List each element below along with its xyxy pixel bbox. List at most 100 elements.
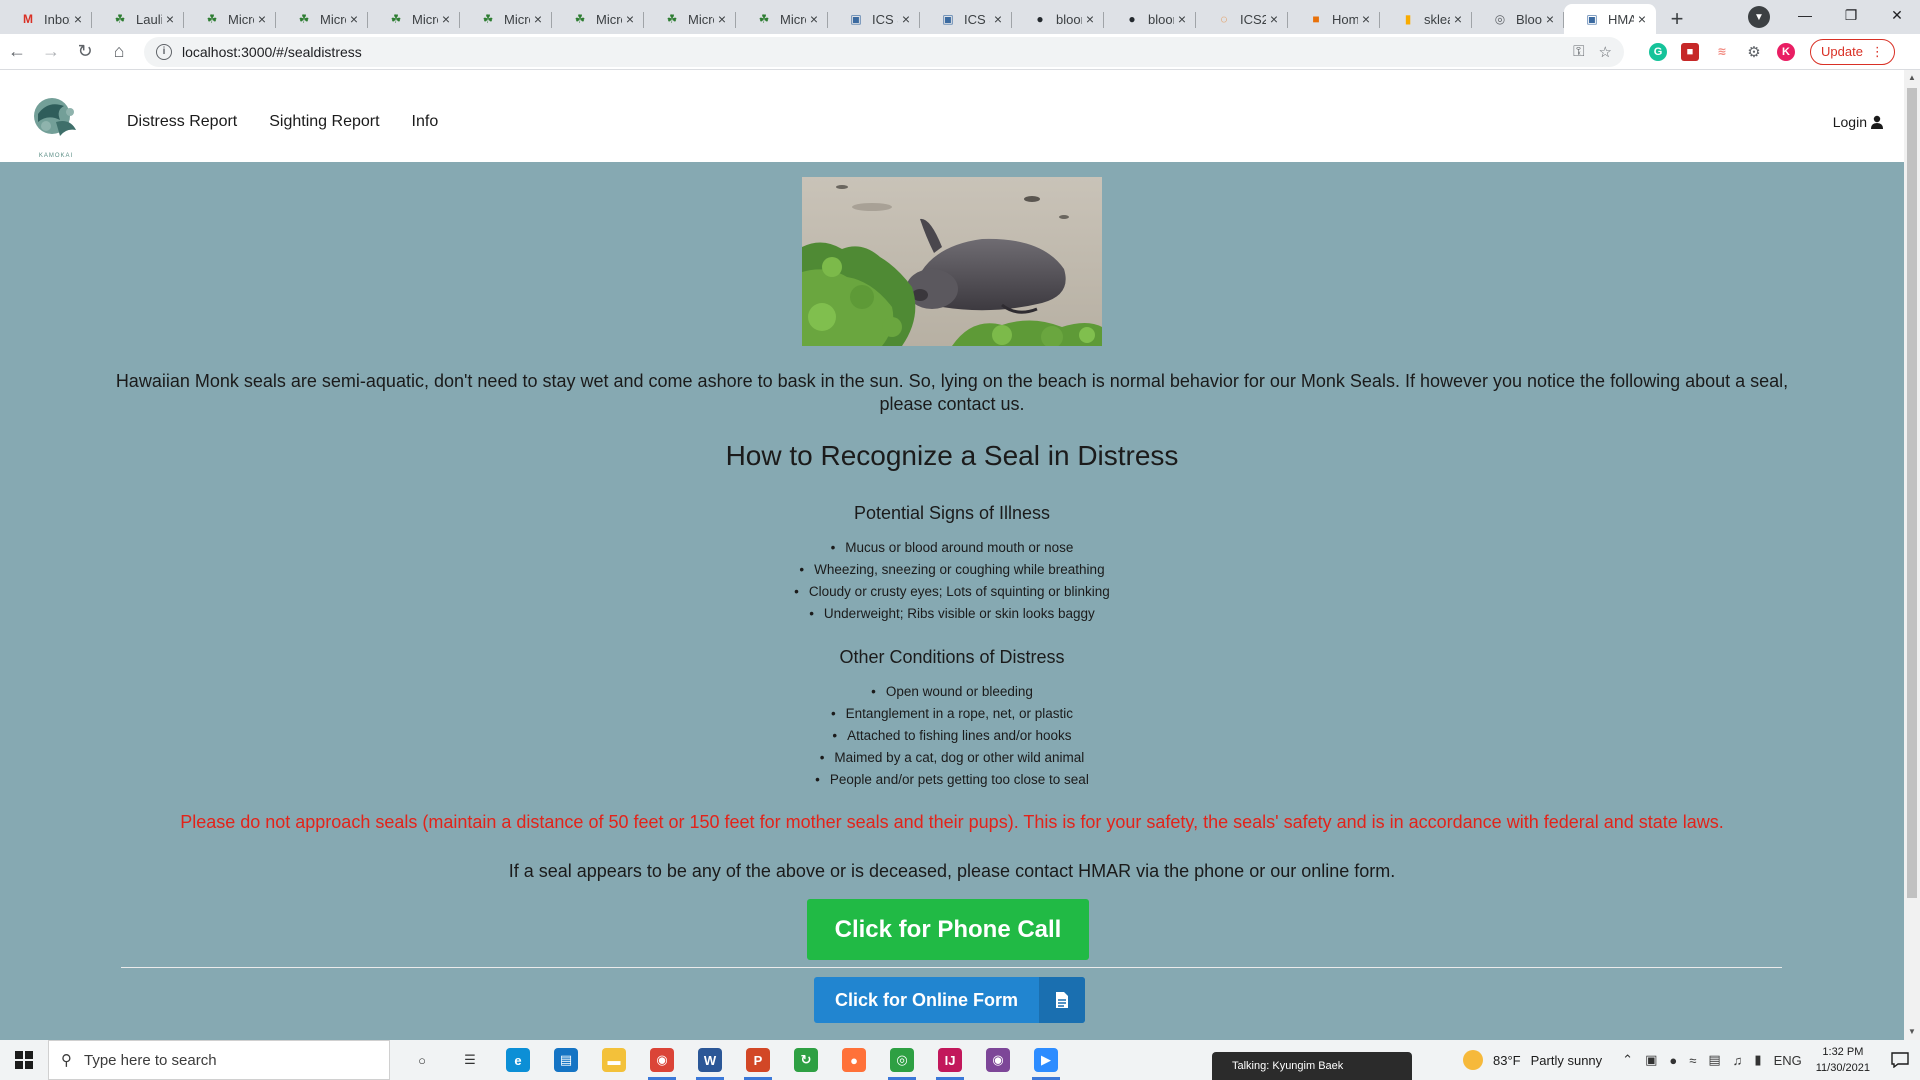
close-tab-icon[interactable]: × <box>70 11 86 27</box>
notification-center-icon[interactable] <box>1880 1040 1920 1080</box>
close-tab-icon[interactable]: × <box>806 11 822 27</box>
intellij-icon[interactable]: IJ <box>926 1040 974 1080</box>
browser-tab[interactable]: ● bloom× <box>1104 4 1196 34</box>
close-tab-icon[interactable]: × <box>254 11 270 27</box>
sync-app-icon[interactable]: ◎ <box>878 1040 926 1080</box>
firefox-icon[interactable]: ● <box>830 1040 878 1080</box>
close-tab-icon[interactable]: × <box>530 11 546 27</box>
close-tab-icon[interactable]: × <box>1266 11 1282 27</box>
phone-call-button[interactable]: Click for Phone Call <box>807 899 1089 960</box>
browser-tab[interactable]: M Inbox× <box>0 4 92 34</box>
reload-icon[interactable]: ↻ <box>68 35 102 69</box>
site-info-icon[interactable]: i <box>156 43 172 60</box>
profile-avatar[interactable]: K <box>1777 42 1795 61</box>
close-tab-icon[interactable]: × <box>1082 11 1098 27</box>
close-tab-icon[interactable]: × <box>1174 11 1190 27</box>
new-tab-icon[interactable]: + <box>1662 4 1692 34</box>
browser-tab[interactable]: ◎ Bloo × <box>1472 4 1564 34</box>
back-icon[interactable]: ← <box>0 35 34 69</box>
file-explorer-icon[interactable]: ▬ <box>590 1040 638 1080</box>
browser-tab[interactable]: ▣ HMA × <box>1564 4 1656 34</box>
login-link[interactable]: Login <box>1833 114 1884 130</box>
page-scrollbar[interactable]: ▲ ▼ <box>1904 70 1920 1040</box>
close-tab-icon[interactable]: × <box>622 11 638 27</box>
browser-tab[interactable]: ☘ Micro× <box>460 4 552 34</box>
edge-icon[interactable]: e <box>494 1040 542 1080</box>
camera-icon[interactable]: ▣ <box>1645 1052 1657 1068</box>
url-text[interactable]: localhost:3000/#/sealdistress <box>182 44 1559 60</box>
grammarly-icon[interactable]: G <box>1649 42 1667 61</box>
bookmark-star-icon[interactable]: ☆ <box>1599 43 1612 61</box>
rss-icon[interactable]: ≋ <box>1713 43 1731 61</box>
doc-icon: ▣ <box>942 12 954 26</box>
chevron-up-icon[interactable]: ⌃ <box>1622 1052 1633 1068</box>
chrome-icon[interactable]: ◉ <box>638 1040 686 1080</box>
browser-tab[interactable]: ■ Hom × <box>1288 4 1380 34</box>
scroll-up-icon[interactable]: ▲ <box>1904 70 1920 86</box>
language-indicator[interactable]: ENG <box>1774 1053 1802 1068</box>
puzzle-icon[interactable]: ⚙ <box>1745 43 1763 61</box>
close-tab-icon[interactable]: × <box>1542 11 1558 27</box>
tor-icon[interactable]: ◉ <box>974 1040 1022 1080</box>
address-bar[interactable]: i localhost:3000/#/sealdistress ⚿ ☆ <box>144 36 1624 67</box>
store-icon[interactable]: ▤ <box>542 1040 590 1080</box>
browser-tab[interactable]: ☘ Micro× <box>184 4 276 34</box>
close-tab-icon[interactable]: × <box>438 11 454 27</box>
battery-icon[interactable]: ▮ <box>1754 1052 1761 1068</box>
close-tab-icon[interactable]: × <box>1358 11 1374 27</box>
minimize-button[interactable]: — <box>1782 0 1828 30</box>
update-button[interactable]: Update ⋮ <box>1810 38 1895 65</box>
nav-sighting-report[interactable]: Sighting Report <box>269 113 379 131</box>
powerpoint-icon[interactable]: P <box>734 1040 782 1080</box>
nav-info[interactable]: Info <box>412 113 439 131</box>
file-explorer-glyph: ▬ <box>602 1048 626 1072</box>
close-tab-icon[interactable]: × <box>346 11 362 27</box>
meeting-notification[interactable]: Talking: Kyungim Baek <box>1212 1052 1412 1080</box>
close-window-button[interactable]: ✕ <box>1874 0 1920 30</box>
phone-call-label: Click for Phone Call <box>834 915 1062 943</box>
wifi-icon[interactable]: ≈ <box>1689 1053 1696 1068</box>
close-tab-icon[interactable]: × <box>714 11 730 27</box>
site-logo[interactable]: KAMOKAI <box>26 92 86 159</box>
close-tab-icon[interactable]: × <box>1634 11 1650 27</box>
word-icon[interactable]: W <box>686 1040 734 1080</box>
browser-tab[interactable]: ☘ Micro× <box>736 4 828 34</box>
clock[interactable]: 1:32 PM 11/30/2021 <box>1816 1044 1870 1076</box>
close-tab-icon[interactable]: × <box>990 11 1006 27</box>
extension-red-icon[interactable]: ■ <box>1681 42 1699 61</box>
browser-tab[interactable]: ☘ Micro× <box>552 4 644 34</box>
browser-tab[interactable]: ☘ Micro× <box>276 4 368 34</box>
browser-tab[interactable]: ▣ ICS 3× <box>920 4 1012 34</box>
forward-icon[interactable]: → <box>34 35 68 69</box>
zoom-icon[interactable]: ▶ <box>1022 1040 1070 1080</box>
taskbar-search-input[interactable]: ⚲ Type here to search <box>48 1040 390 1080</box>
windows-start-icon[interactable] <box>0 1040 48 1080</box>
browser-tab[interactable]: ☘ Micro× <box>368 4 460 34</box>
browser-tab[interactable]: ☘ Laulim× <box>92 4 184 34</box>
volume-icon[interactable]: ♫ <box>1733 1053 1743 1068</box>
tab-label: Laulim <box>136 11 162 27</box>
scrollbar-thumb[interactable] <box>1907 88 1917 898</box>
network-icon[interactable]: ▤ <box>1708 1052 1720 1068</box>
task-view-icon[interactable]: ☰ <box>446 1040 494 1080</box>
close-tab-icon[interactable]: × <box>1450 11 1466 27</box>
browser-tab[interactable]: ▮ sklea× <box>1380 4 1472 34</box>
weather-widget[interactable]: 83°F Partly sunny <box>1463 1050 1602 1070</box>
refresh-app-icon[interactable]: ↻ <box>782 1040 830 1080</box>
browser-tab[interactable]: ◌ ICS23× <box>1196 4 1288 34</box>
close-tab-icon[interactable]: × <box>898 11 914 27</box>
browser-tab[interactable]: ● bloom× <box>1012 4 1104 34</box>
browser-tab[interactable]: ▣ ICS 3× <box>828 4 920 34</box>
restore-button[interactable]: ❐ <box>1828 0 1874 30</box>
scroll-down-icon[interactable]: ▼ <box>1904 1024 1920 1040</box>
site-navbar: KAMOKAI Distress Report Sighting Report … <box>0 70 1904 162</box>
online-form-button[interactable]: Click for Online Form <box>814 977 1085 1023</box>
tab-search-icon[interactable]: ▼ <box>1748 6 1770 28</box>
home-icon[interactable]: ⌂ <box>102 35 136 69</box>
browser-tab[interactable]: ☘ Micro× <box>644 4 736 34</box>
close-tab-icon[interactable]: × <box>162 11 178 27</box>
key-icon[interactable]: ⚿ <box>1573 43 1584 60</box>
microphone-icon[interactable]: ● <box>1669 1053 1677 1068</box>
nav-distress-report[interactable]: Distress Report <box>127 113 237 131</box>
cortana-icon[interactable]: ○ <box>398 1040 446 1080</box>
